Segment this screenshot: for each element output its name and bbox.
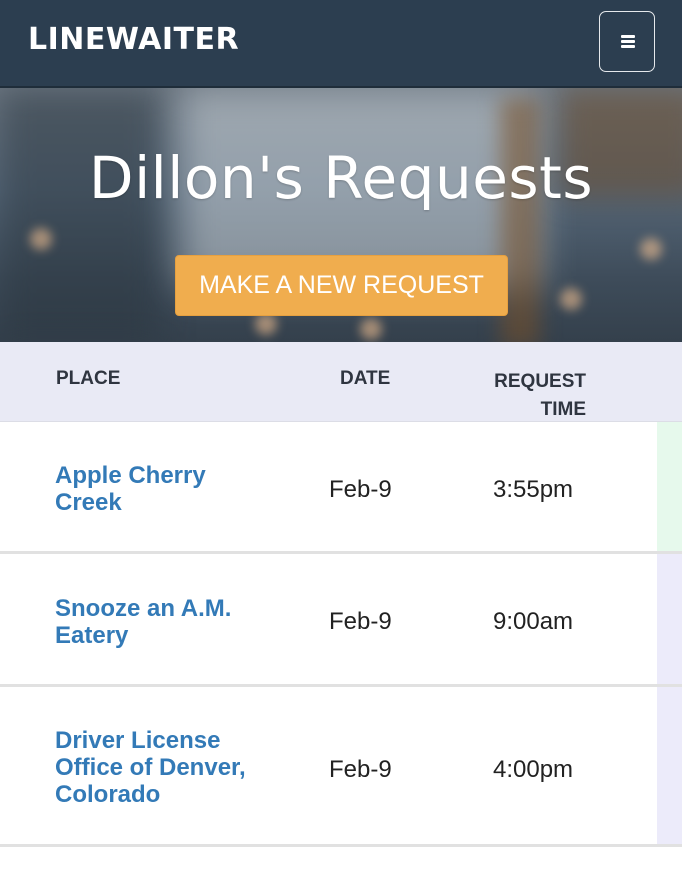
place-link[interactable]: Snooze an A.M. Eatery	[55, 595, 275, 649]
request-date: Feb-9	[329, 756, 392, 783]
row-status-stripe	[657, 687, 682, 844]
make-new-request-button[interactable]: MAKE A NEW REQUEST	[175, 255, 508, 316]
place-link[interactable]: Driver License Office of Denver, Colorad…	[55, 727, 265, 808]
column-header-date: DATE	[340, 368, 391, 389]
hero-banner: Dillon's Requests MAKE A NEW REQUEST	[0, 88, 682, 342]
row-status-stripe	[657, 554, 682, 684]
menu-toggle-button[interactable]	[599, 11, 655, 72]
request-time: 9:00am	[493, 608, 574, 635]
column-header-request-time-line1: REQUEST	[494, 371, 586, 392]
table-header: PLACE DATE REQUEST TIME	[0, 342, 682, 422]
request-date: Feb-9	[329, 608, 392, 635]
request-time: 4:00pm	[493, 756, 574, 783]
brand-logo[interactable]: LINEWAITER	[28, 22, 239, 57]
place-link[interactable]: Apple Cherry Creek	[55, 462, 275, 516]
column-header-place: PLACE	[56, 368, 121, 389]
table-row[interactable]: Driver License Office of Denver, Colorad…	[0, 687, 682, 847]
page-title: Dillon's Requests	[88, 144, 594, 212]
table-row[interactable]: Apple Cherry Creek Feb-9 3:55pm	[0, 422, 682, 554]
hamburger-menu-icon	[621, 35, 635, 48]
request-date: Feb-9	[329, 476, 392, 503]
navbar: LINEWAITER	[0, 0, 682, 88]
column-header-request-time: REQUEST TIME	[460, 368, 586, 424]
table-row[interactable]: Snooze an A.M. Eatery Feb-9 9:00am	[0, 554, 682, 687]
request-time: 3:55pm	[493, 476, 574, 503]
row-status-stripe	[657, 422, 682, 551]
column-header-request-time-line2: TIME	[540, 399, 586, 420]
